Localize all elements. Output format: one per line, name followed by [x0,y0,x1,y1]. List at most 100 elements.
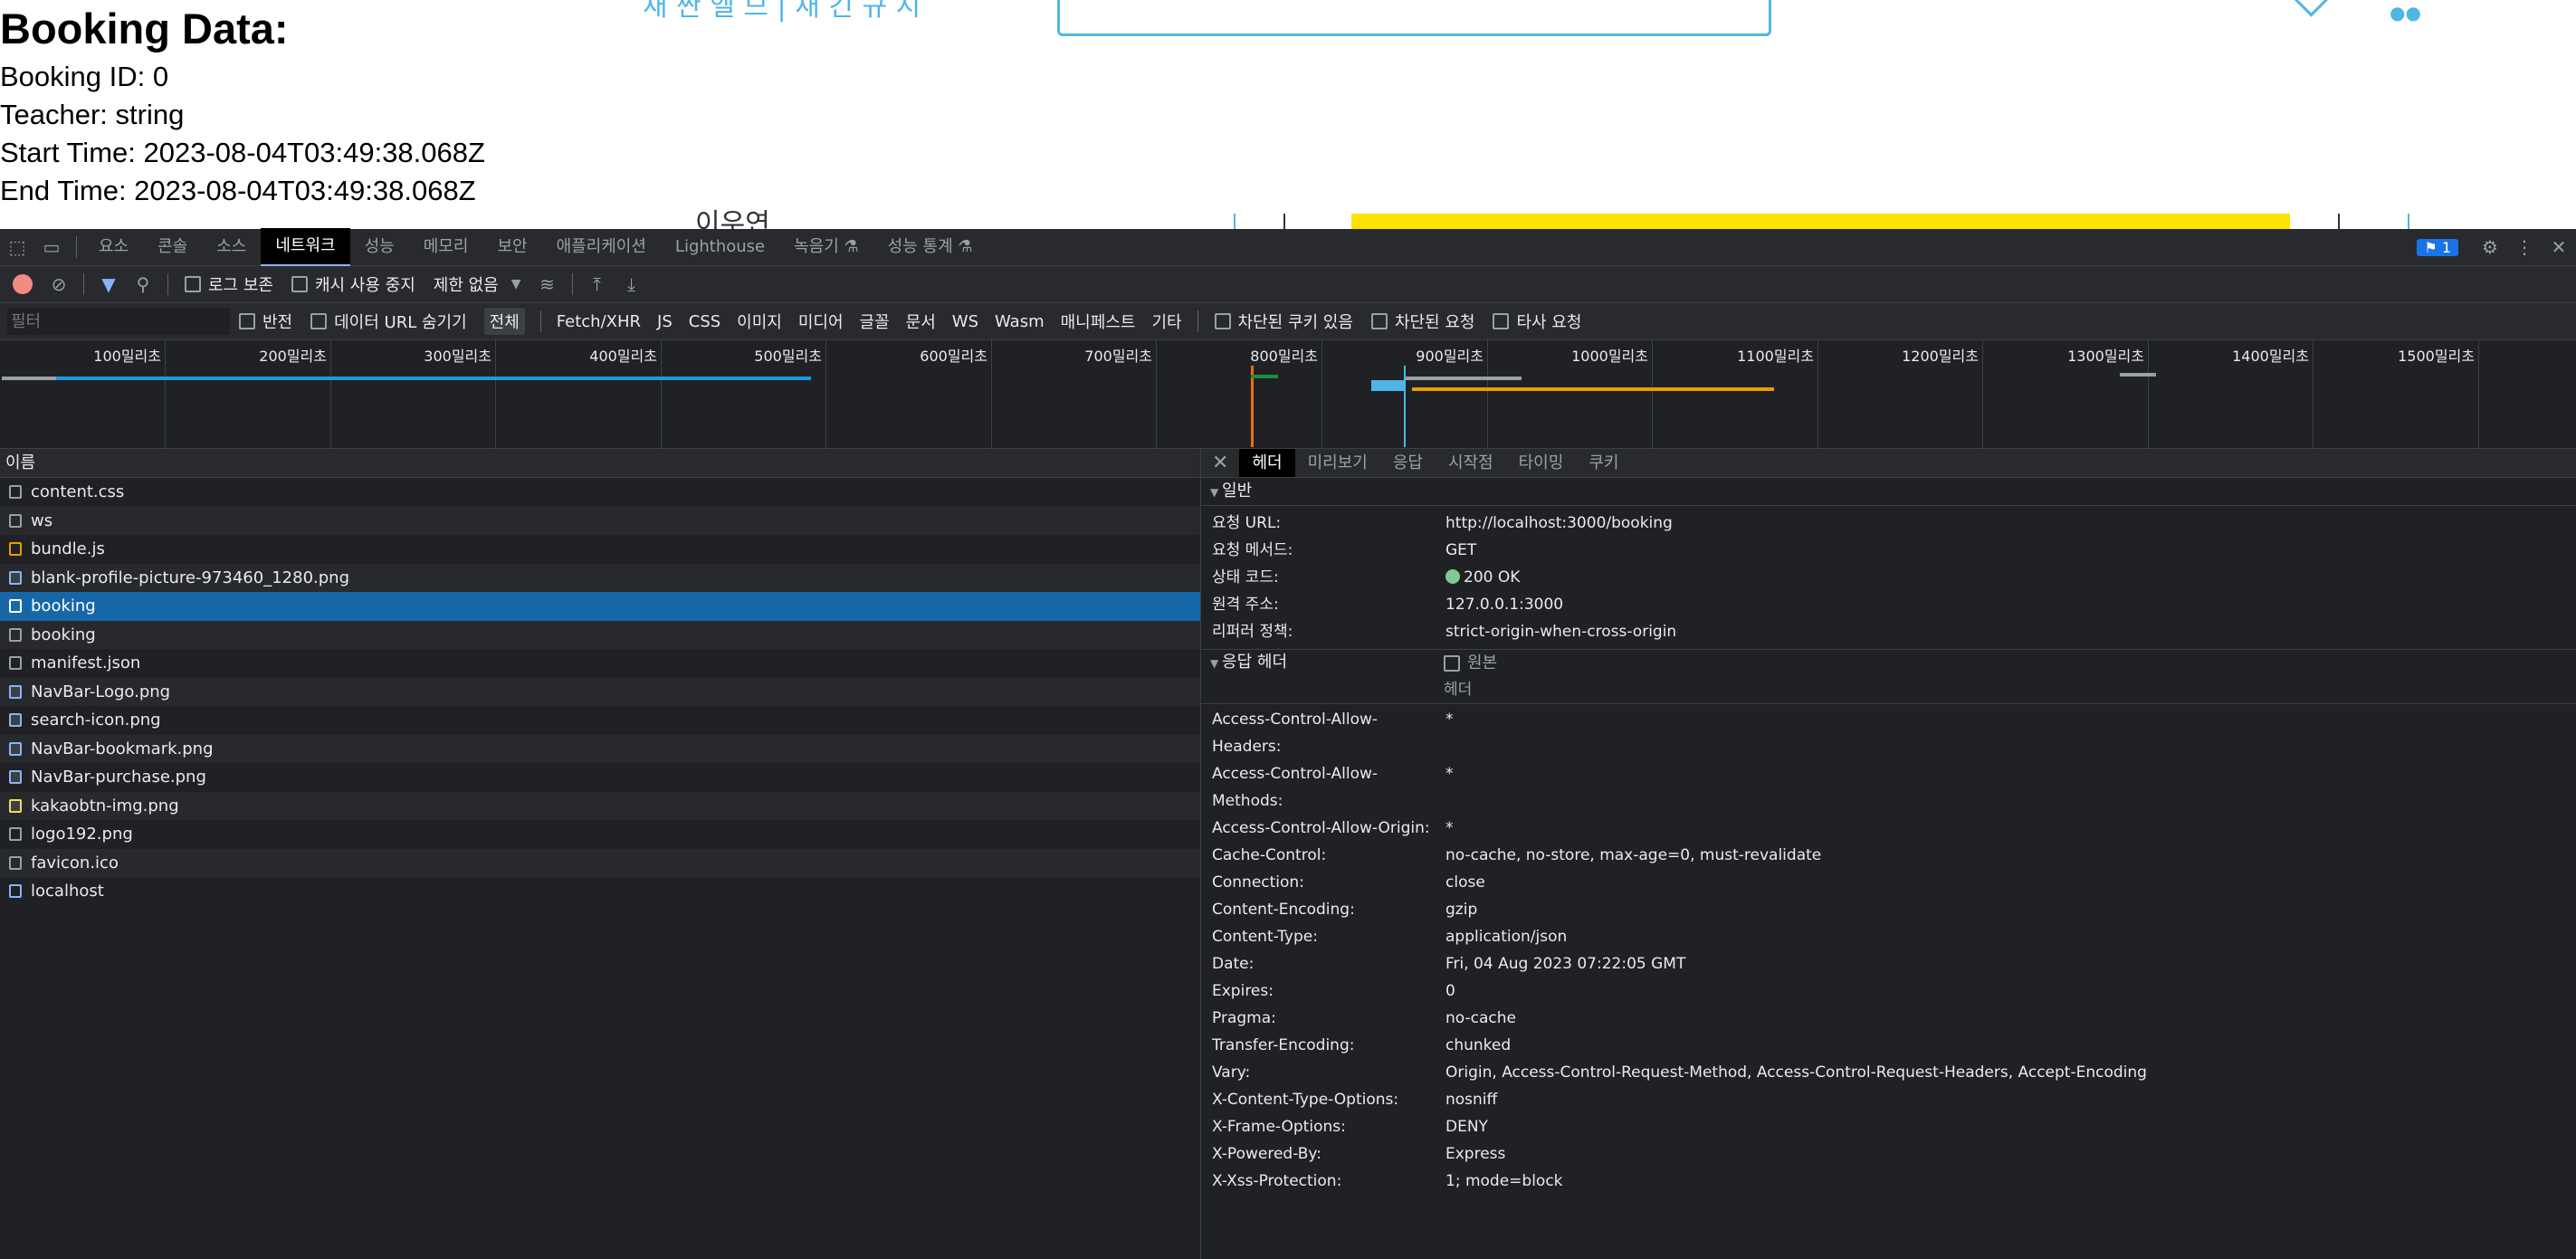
checkbox-box[interactable] [239,313,255,329]
more-menu-icon[interactable]: ⋮ [2514,236,2534,258]
tab-lighthouse[interactable]: Lighthouse [661,229,779,265]
clear-icon[interactable]: ⊘ [49,273,69,295]
image-file-icon [9,770,22,785]
type-filter-fetch[interactable]: Fetch/XHR [557,312,641,331]
request-row[interactable]: NavBar-bookmark.png [0,734,1200,763]
request-row[interactable]: localhost [0,877,1200,906]
name-column-header[interactable]: 이름 [0,449,1200,478]
response-headers-section-header[interactable]: ▼ 응답 헤더 원본 [1201,649,2576,676]
third-party-checkbox[interactable]: 타사 요청 [1493,310,1581,333]
response-header-row: Content-Encoding: gzip [1201,896,2576,923]
record-icon[interactable] [13,274,33,294]
tab-headers[interactable]: 헤더 [1239,449,1295,477]
request-row[interactable]: booking [0,620,1200,649]
headers-column-label: 헤더 [1201,676,2576,704]
close-icon[interactable]: ✕ [1201,452,1239,474]
network-overview-timeline[interactable]: 100밀리초 200밀리초 300밀리초 400밀리초 500밀리초 600밀리… [0,340,2576,449]
request-row[interactable]: NavBar-purchase.png [0,763,1200,792]
settings-gear-icon[interactable]: ⚙ [2480,236,2500,258]
request-row-selected[interactable]: booking [0,592,1200,621]
checkbox-box[interactable] [185,276,201,292]
tab-console[interactable]: 콘솔 [143,229,202,265]
invert-checkbox[interactable]: 반전 [239,310,292,333]
inspect-element-icon[interactable]: ⬚ [7,236,27,258]
request-name: booking [31,596,96,615]
tick-label: 600밀리초 [920,348,987,365]
tab-performance-insights[interactable]: 성능 통계 ⚗ [873,229,987,265]
tab-security[interactable]: 보안 [482,229,541,265]
type-filter-other[interactable]: 기타 [1151,310,1181,333]
header-value: no-cache, no-store, max-age=0, must-reva… [1445,846,1822,864]
network-conditions-icon[interactable]: ≋ [538,273,558,295]
request-row[interactable]: search-icon.png [0,706,1200,735]
tab-initiator[interactable]: 시작점 [1436,449,1506,477]
request-row[interactable]: logo192.png [0,820,1200,849]
close-icon[interactable]: ✕ [2549,236,2569,258]
separator [571,273,573,295]
type-filter-media[interactable]: 미디어 [798,310,844,333]
checkbox-box[interactable] [1214,313,1231,329]
blocked-cookies-checkbox[interactable]: 차단된 쿠키 있음 [1214,310,1353,333]
search-input[interactable] [1057,0,1771,36]
export-har-icon[interactable]: ⤓ [622,273,642,295]
request-row[interactable]: manifest.json [0,649,1200,678]
disable-cache-checkbox[interactable]: 캐시 사용 중지 [291,272,415,296]
bookmark-icon[interactable] [2294,0,2329,17]
preserve-log-checkbox[interactable]: 로그 보존 [185,272,273,296]
import-har-icon[interactable]: ⤒ [587,273,607,295]
search-icon[interactable]: ⚲ [133,273,153,295]
purchase-icon[interactable]: ●● [2390,2,2421,24]
type-filter-font[interactable]: 글꼴 [860,310,890,333]
type-filter-doc[interactable]: 문서 [906,310,936,333]
type-filter-css[interactable]: CSS [689,312,720,331]
hide-data-urls-checkbox[interactable]: 데이터 URL 숨기기 [310,310,467,333]
tab-timing[interactable]: 타이밍 [1506,449,1577,477]
request-row[interactable]: ws [0,506,1200,535]
request-row[interactable]: bundle.js [0,535,1200,564]
checkbox-box[interactable] [291,276,308,292]
filter-icon[interactable]: ▼ [99,273,119,295]
type-filter-all[interactable]: 전체 [483,308,525,335]
checkbox-box[interactable] [1444,654,1460,672]
type-filter-manifest[interactable]: 매니페스트 [1061,310,1136,333]
header-key: 상태 코드: [1212,568,1279,587]
checkbox-box[interactable] [1370,313,1388,329]
tab-memory[interactable]: 메모리 [409,229,483,265]
file-icon [9,485,22,500]
tab-response[interactable]: 응답 [1380,449,1436,477]
general-section-header[interactable]: ▼ 일반 [1201,478,2576,506]
checkbox-box[interactable] [310,313,328,329]
tab-recorder[interactable]: 녹음기 ⚗ [779,229,873,265]
issues-badge[interactable]: ⚑ 1 [2417,238,2458,256]
raw-checkbox[interactable]: 원본 [1444,650,1497,676]
tab-application[interactable]: 애플리케이션 [542,229,661,265]
tab-cookies[interactable]: 쿠키 [1576,449,1631,477]
tab-sources[interactable]: 소스 [202,229,261,265]
request-rows: content.css ws bundle.js blank-profile-p… [0,478,1200,906]
tick-label: 200밀리초 [259,348,327,365]
header-value: Express [1445,1145,1506,1163]
tab-network[interactable]: 네트워크 [261,227,350,267]
throttle-select[interactable]: 제한 없음 ▼ [434,272,521,296]
request-row[interactable]: blank-profile-picture-973460_1280.png [0,563,1200,592]
tick-label: 1300밀리초 [2067,348,2144,365]
tab-performance[interactable]: 성능 [350,229,409,265]
nav-fragment[interactable]: 새 싼 엘 므 | 새 긴 규 시 [643,0,921,24]
script-file-icon [9,542,22,557]
request-row[interactable]: content.css [0,478,1200,507]
timeline-bar [1404,377,1522,380]
request-row[interactable]: favicon.ico [0,848,1200,877]
device-toolbar-icon[interactable]: ▭ [42,236,62,258]
type-filter-wasm[interactable]: Wasm [995,312,1045,331]
tab-elements[interactable]: 요소 [84,229,143,265]
checkbox-box[interactable] [1493,313,1510,329]
page-text-fragment: 이우연 [695,208,770,229]
tab-preview[interactable]: 미리보기 [1295,449,1380,477]
type-filter-ws[interactable]: WS [952,312,978,331]
request-row[interactable]: kakaobtn-img.png [0,791,1200,820]
request-row[interactable]: NavBar-Logo.png [0,677,1200,706]
type-filter-img[interactable]: 이미지 [737,310,782,333]
type-filter-js[interactable]: JS [657,312,673,331]
filter-input[interactable] [7,308,230,335]
blocked-requests-checkbox[interactable]: 차단된 요청 [1370,310,1474,333]
